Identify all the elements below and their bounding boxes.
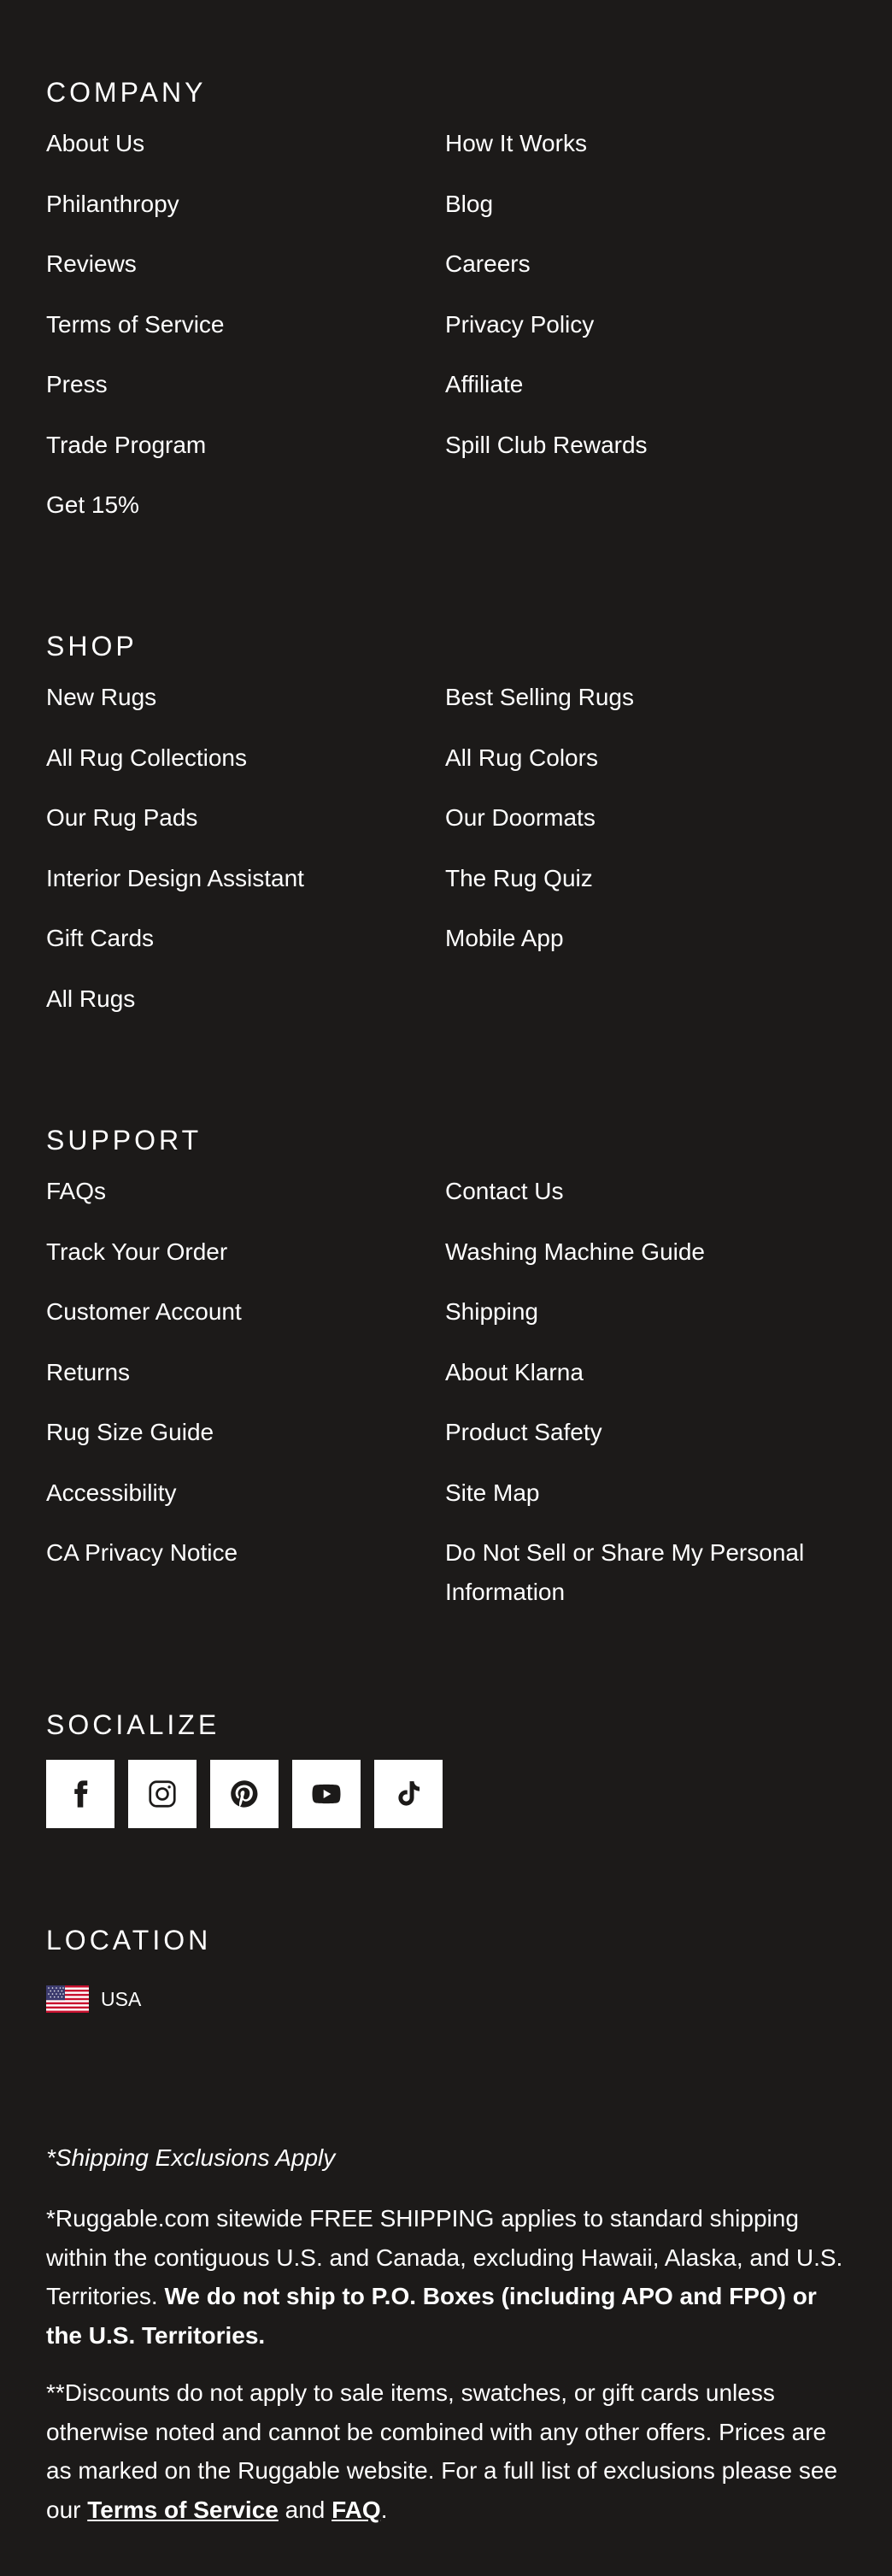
shipping-disclaimer: *Ruggable.com sitewide FREE SHIPPING app… xyxy=(46,2199,846,2355)
footer-link-all-rug-collections[interactable]: All Rug Collections xyxy=(46,738,445,799)
us-flag-icon xyxy=(46,1985,89,2013)
support-heading: SUPPORT xyxy=(46,1125,202,1156)
footer-link-washing-machine-guide[interactable]: Washing Machine Guide xyxy=(445,1232,844,1293)
footer-link-affiliate[interactable]: Affiliate xyxy=(445,365,844,426)
footer-link-our-rug-pads[interactable]: Our Rug Pads xyxy=(46,798,445,859)
footer-link-interior-design-assistant[interactable]: Interior Design Assistant xyxy=(46,859,445,920)
footer-link-all-rug-colors[interactable]: All Rug Colors xyxy=(445,738,844,799)
footer-link-blog[interactable]: Blog xyxy=(445,185,844,245)
socialize-heading: SOCIALIZE xyxy=(46,1709,220,1740)
youtube-button[interactable] xyxy=(292,1760,361,1828)
and-text: and xyxy=(285,2496,326,2523)
footer-link-terms-of-service[interactable]: Terms of Service xyxy=(46,305,445,366)
footer-link-contact-us[interactable]: Contact Us xyxy=(445,1172,844,1232)
pinterest-icon xyxy=(231,1780,258,1808)
footer-link-rug-size-guide[interactable]: Rug Size Guide xyxy=(46,1413,445,1473)
footer-link-privacy-policy[interactable]: Privacy Policy xyxy=(445,305,844,366)
footer-link-customer-account[interactable]: Customer Account xyxy=(46,1292,445,1353)
company-section: COMPANY About Us How It Works Philanthro… xyxy=(46,76,846,546)
footer-link-press[interactable]: Press xyxy=(46,365,445,426)
footer-link-how-it-works[interactable]: How It Works xyxy=(445,124,844,185)
tiktok-button[interactable] xyxy=(374,1760,443,1828)
shipping-exclusions-heading: *Shipping Exclusions Apply xyxy=(46,2144,336,2171)
location-heading: LOCATION xyxy=(46,1925,212,1956)
footer-link-philanthropy[interactable]: Philanthropy xyxy=(46,185,445,245)
footer-link-faqs[interactable]: FAQs xyxy=(46,1172,445,1232)
period-text: . xyxy=(380,2496,388,2523)
tiktok-icon xyxy=(398,1781,420,1806)
company-heading: COMPANY xyxy=(46,77,207,108)
footer-link-best-selling-rugs[interactable]: Best Selling Rugs xyxy=(445,678,844,738)
footer-link-careers[interactable]: Careers xyxy=(445,244,844,305)
youtube-icon xyxy=(312,1784,341,1804)
footer-link-ca-privacy-notice[interactable]: CA Privacy Notice xyxy=(46,1533,445,1594)
discount-disclaimer: **Discounts do not apply to sale items, … xyxy=(46,2373,846,2529)
facebook-button[interactable] xyxy=(46,1760,114,1828)
footer-link-returns[interactable]: Returns xyxy=(46,1353,445,1414)
footer-link-reviews[interactable]: Reviews xyxy=(46,244,445,305)
footer-link-mobile-app[interactable]: Mobile App xyxy=(445,919,844,979)
footer-link-about-us[interactable]: About Us xyxy=(46,124,445,185)
location-selector[interactable]: USA xyxy=(46,1985,846,2013)
location-section: LOCATION USA xyxy=(46,1924,846,2013)
facebook-icon xyxy=(74,1780,88,1808)
footer-link-all-rugs[interactable]: All Rugs xyxy=(46,979,445,1040)
footer-link-site-map[interactable]: Site Map xyxy=(445,1473,844,1534)
footer-link-gift-cards[interactable]: Gift Cards xyxy=(46,919,445,979)
terms-of-service-link[interactable]: Terms of Service xyxy=(87,2497,279,2523)
support-section: SUPPORT FAQs Contact Us Track Your Order… xyxy=(46,1124,846,1612)
shipping-bold-text: We do not ship to P.O. Boxes (including … xyxy=(46,2283,817,2349)
footer-link-our-doormats[interactable]: Our Doormats xyxy=(445,798,844,859)
shop-section: SHOP New Rugs Best Selling Rugs All Rug … xyxy=(46,630,846,1039)
footer-link-track-your-order[interactable]: Track Your Order xyxy=(46,1232,445,1293)
footer-link-product-safety[interactable]: Product Safety xyxy=(445,1413,844,1473)
socialize-section: SOCIALIZE xyxy=(46,1709,846,1828)
footer-link-shipping[interactable]: Shipping xyxy=(445,1292,844,1353)
location-country: USA xyxy=(101,1987,142,2010)
instagram-button[interactable] xyxy=(128,1760,197,1828)
footer-link-accessibility[interactable]: Accessibility xyxy=(46,1473,445,1534)
footer-link-get-15[interactable]: Get 15% xyxy=(46,485,445,546)
pinterest-button[interactable] xyxy=(210,1760,279,1828)
footer-link-about-klarna[interactable]: About Klarna xyxy=(445,1353,844,1414)
instagram-icon xyxy=(149,1780,176,1808)
shop-heading: SHOP xyxy=(46,631,138,662)
footer-link-trade-program[interactable]: Trade Program xyxy=(46,426,445,486)
footer-link-new-rugs[interactable]: New Rugs xyxy=(46,678,445,738)
legal-section: *Shipping Exclusions Apply *Ruggable.com… xyxy=(46,2141,846,2529)
footer-link-spill-club-rewards[interactable]: Spill Club Rewards xyxy=(445,426,844,486)
footer-link-do-not-sell[interactable]: Do Not Sell or Share My Personal Informa… xyxy=(445,1533,844,1612)
footer-link-rug-quiz[interactable]: The Rug Quiz xyxy=(445,859,844,920)
faq-link[interactable]: FAQ xyxy=(332,2497,381,2523)
